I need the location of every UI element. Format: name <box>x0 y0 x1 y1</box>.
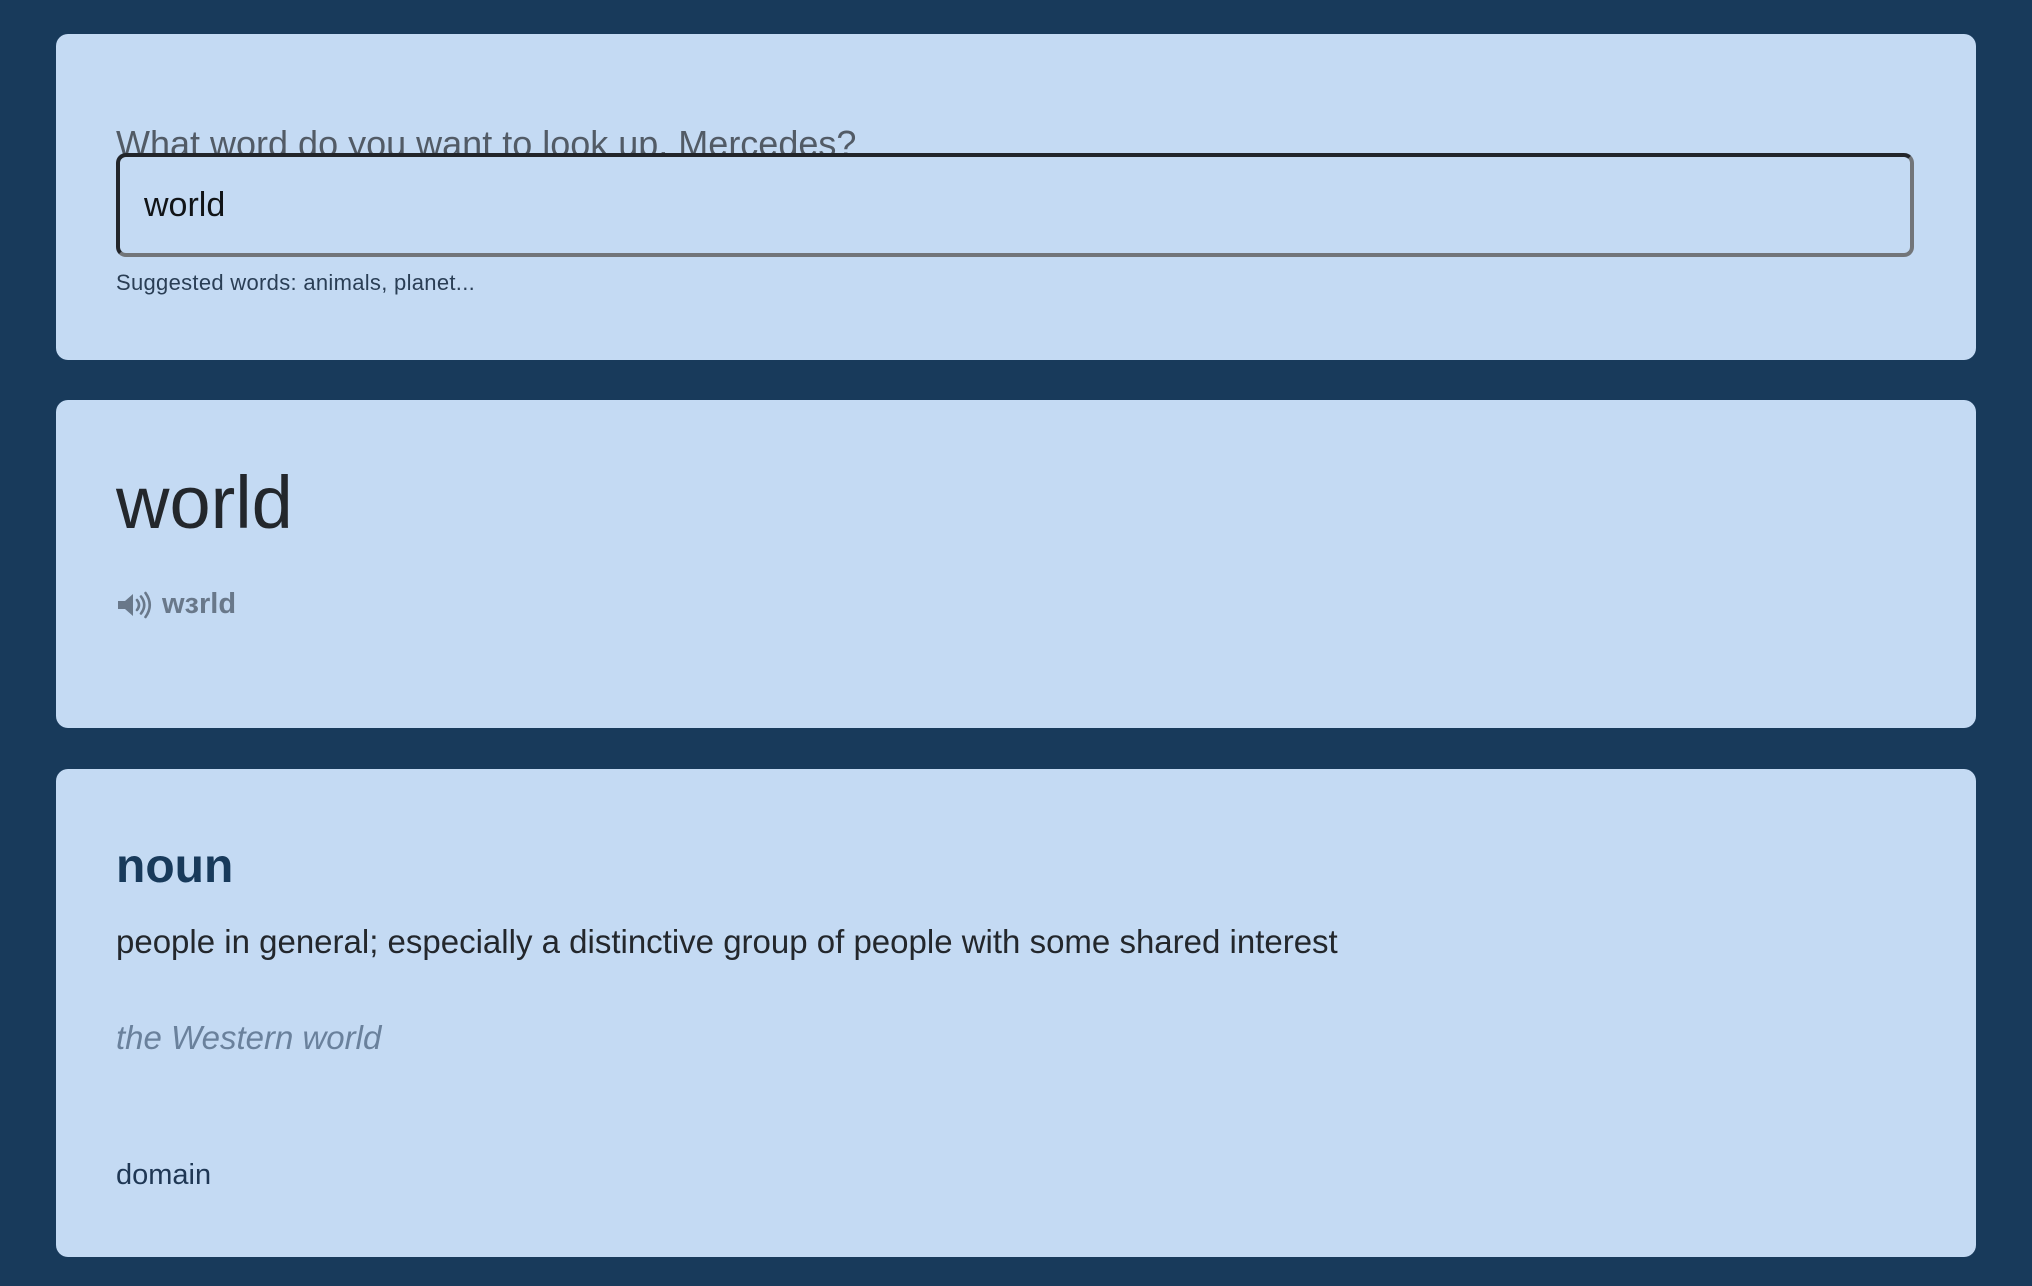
suggested-words: Suggested words: animals, planet... <box>116 270 476 295</box>
word-card: world wɜrld <box>56 400 1976 728</box>
phonetic-text: wɜrld <box>162 588 237 620</box>
example-text: the Western world <box>116 1019 382 1056</box>
phonetic-row: wɜrld <box>116 590 236 619</box>
definition-card: noun people in general; especially a dis… <box>56 769 1976 1257</box>
search-input[interactable] <box>116 153 1914 257</box>
definition-text: people in general; especially a distinct… <box>116 923 1338 960</box>
search-card: What word do you want to look up, Merced… <box>56 34 1976 360</box>
headword: world <box>116 461 293 544</box>
domain-label: domain <box>116 1159 212 1191</box>
part-of-speech: noun <box>116 840 234 893</box>
speaker-volume-icon[interactable] <box>116 591 154 619</box>
